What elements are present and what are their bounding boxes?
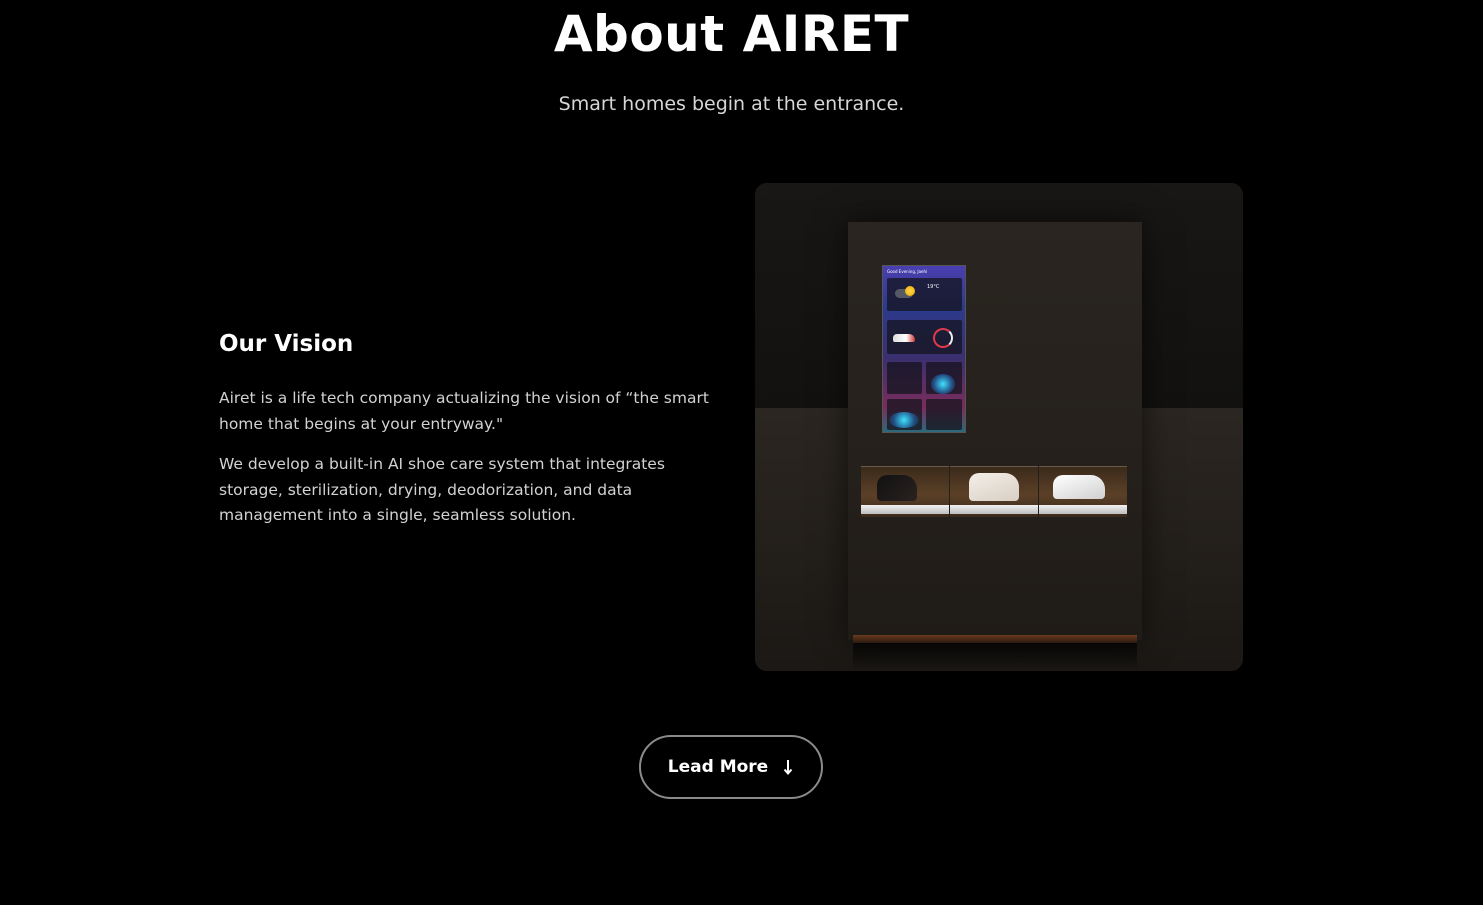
screen-temperature: 19°C: [927, 284, 940, 290]
sun-icon: [905, 286, 915, 296]
cabinet-shadow: [853, 643, 1137, 671]
cabinet-base-light: [853, 635, 1137, 643]
progress-ring-icon: [933, 328, 953, 348]
about-section: About AIRET Smart homes begin at the ent…: [0, 0, 1483, 905]
arrow-down-icon: [782, 758, 794, 776]
page-title: About AIRET: [553, 5, 910, 63]
shelf-tray-2: [950, 505, 1038, 514]
page-subtitle: Smart homes begin at the entrance.: [558, 93, 905, 115]
vision-block: Our Vision Airet is a life tech company …: [219, 328, 719, 544]
cabinet-display-screen: Good Evening, Jaehi 19°C: [882, 265, 966, 433]
black-heel-shoe: [877, 475, 917, 501]
device-card-4: [926, 399, 962, 430]
vision-paragraph-1: Airet is a life tech company actualizing…: [219, 389, 709, 433]
aircon-glow-icon: [889, 412, 919, 428]
vision-paragraph-2: We develop a built-in AI shoe care syste…: [219, 455, 665, 524]
lead-more-button[interactable]: Lead More: [639, 735, 823, 799]
screen-greeting: Good Evening, Jaehi: [887, 269, 928, 274]
lead-more-label: Lead More: [667, 757, 769, 777]
device-card-1: [887, 362, 922, 394]
smart-shoe-cabinet-image: Good Evening, Jaehi 19°C: [755, 183, 1243, 671]
white-runner-shoe: [1053, 475, 1105, 499]
shelf-tray-1: [861, 505, 949, 514]
light-glow-icon: [931, 374, 955, 394]
vision-heading: Our Vision: [219, 331, 354, 357]
white-sneaker-shoe: [969, 473, 1019, 501]
shoe-icon: [893, 334, 915, 342]
shelf-tray-3: [1039, 505, 1127, 514]
